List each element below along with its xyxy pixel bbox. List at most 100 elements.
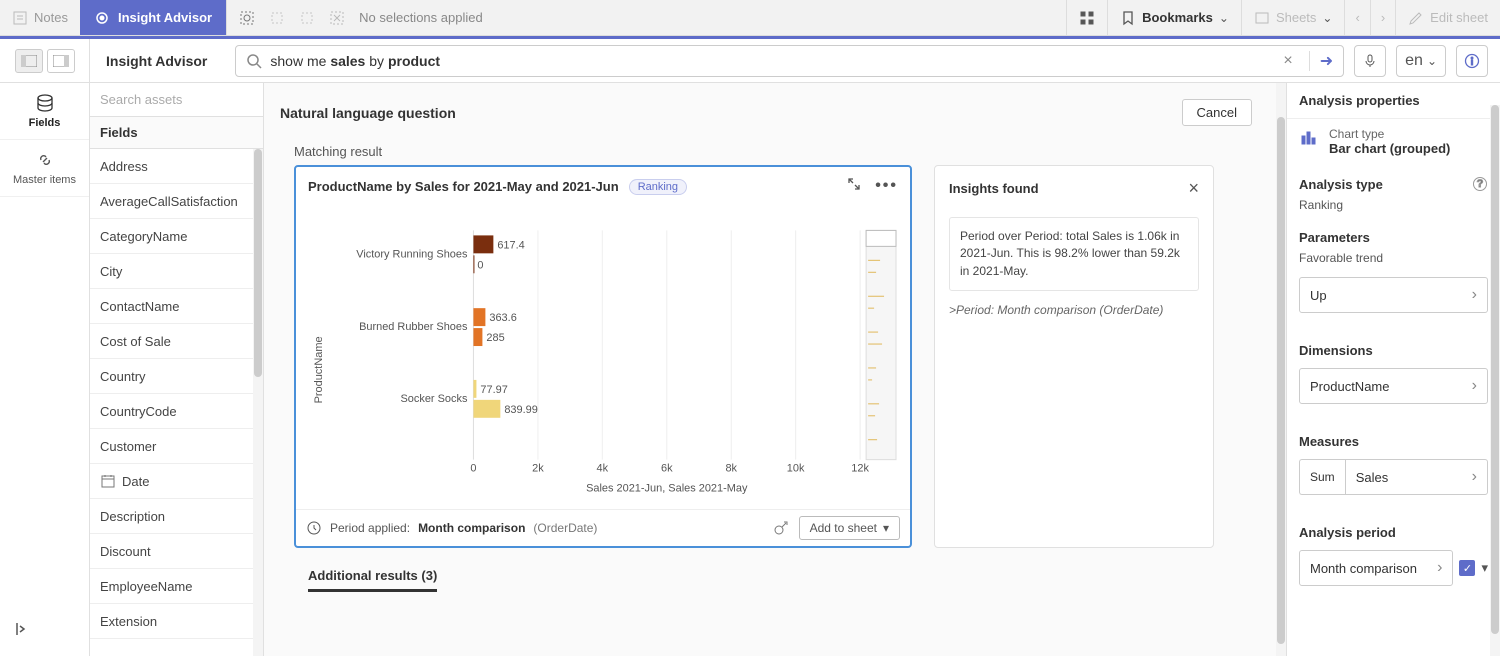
tab-insight-advisor[interactable]: Insight Advisor (80, 0, 226, 35)
tab-notes[interactable]: Notes (0, 0, 80, 35)
dimensions-section: Dimensions (1287, 331, 1500, 362)
expand-icon[interactable] (847, 177, 861, 196)
main-content: Natural language question Cancel Matchin… (264, 83, 1286, 656)
no-selections-label: No selections applied (359, 10, 483, 25)
caret-down-icon[interactable]: ▾ (1481, 560, 1488, 576)
measures-section: Measures (1287, 422, 1500, 453)
favorable-trend-label: Favorable trend (1287, 249, 1500, 271)
chevron-right-icon (1472, 468, 1477, 486)
smart-search-icon[interactable] (239, 10, 255, 26)
dimension-chip[interactable]: ProductName (1299, 368, 1488, 404)
svg-text:363.6: 363.6 (489, 312, 516, 324)
insights-title: Insights found (949, 181, 1039, 196)
svg-text:285: 285 (486, 332, 504, 344)
svg-text:10k: 10k (787, 463, 805, 475)
sheets-label: Sheets (1276, 10, 1316, 25)
sheets-icon (1254, 10, 1270, 26)
search-icon (246, 53, 262, 69)
list-item[interactable]: AverageCallSatisfaction (90, 184, 263, 219)
list-item[interactable]: EmployeeName (90, 569, 263, 604)
bar-chart-icon (1299, 127, 1319, 147)
insight-icon (94, 10, 110, 26)
toggle-left-panel[interactable] (15, 49, 43, 73)
search-input[interactable]: show me sales by product × ➜ (235, 45, 1344, 77)
edit-sheet-label: Edit sheet (1430, 10, 1488, 25)
fields-search[interactable]: Search assets (90, 83, 263, 117)
explore-icon[interactable] (773, 520, 789, 536)
insight-subtext: >Period: Month comparison (OrderDate) (949, 303, 1199, 317)
list-item[interactable]: Country (90, 359, 263, 394)
selection-tools: No selections applied (226, 0, 495, 35)
sheets-button[interactable]: Sheets (1241, 0, 1345, 35)
close-icon[interactable]: × (1188, 178, 1199, 199)
properties-panel: Analysis properties Chart type Bar chart… (1286, 83, 1500, 656)
notes-icon (12, 10, 28, 26)
svg-text:Burned Rubber Shoes: Burned Rubber Shoes (359, 321, 468, 333)
svg-text:?: ? (1477, 178, 1484, 190)
analysis-badge: Ranking (629, 179, 687, 195)
insights-card: Insights found × Period over Period: tot… (934, 165, 1214, 548)
scrollbar[interactable] (1490, 105, 1500, 656)
scrollbar[interactable] (1276, 83, 1286, 656)
app-grid-button[interactable] (1066, 0, 1107, 35)
notes-label: Notes (34, 10, 68, 25)
left-nav: Fields Master items (0, 83, 90, 656)
clear-search-icon[interactable]: × (1283, 52, 1292, 70)
add-to-sheet-button[interactable]: Add to sheet ▾ (799, 516, 900, 540)
mic-icon (1362, 53, 1378, 69)
svg-text:Socker Socks: Socker Socks (400, 393, 467, 405)
analysis-type-value: Ranking (1287, 196, 1500, 218)
step-fwd-icon[interactable] (299, 10, 315, 26)
search-text: show me sales by product (270, 53, 1275, 69)
period-checkbox[interactable]: ✓ (1459, 560, 1475, 576)
nav-fields[interactable]: Fields (0, 83, 89, 140)
search-area: show me sales by product × ➜ en (223, 45, 1500, 77)
svg-text:12k: 12k (851, 463, 869, 475)
list-item[interactable]: Customer (90, 429, 263, 464)
list-item[interactable]: Cost of Sale (90, 324, 263, 359)
sheet-prev[interactable]: ‹ (1344, 0, 1369, 35)
nav-master-items[interactable]: Master items (0, 140, 89, 197)
list-item[interactable]: CountryCode (90, 394, 263, 429)
info-button[interactable] (1456, 45, 1488, 77)
svg-text:617.4: 617.4 (497, 239, 524, 251)
bookmarks-button[interactable]: Bookmarks (1107, 0, 1241, 35)
analysis-type-section: Analysis type ? (1287, 164, 1500, 196)
submit-search-icon[interactable]: ➜ (1309, 51, 1333, 71)
bar-chart: ProductName 0 (306, 210, 900, 500)
insight-text: Period over Period: total Sales is 1.06k… (949, 217, 1199, 291)
pencil-icon (1408, 10, 1424, 26)
svg-text:4k: 4k (597, 463, 609, 475)
collapse-nav[interactable] (0, 607, 89, 656)
step-back-icon[interactable] (269, 10, 285, 26)
body: Fields Master items Search assets Fields… (0, 83, 1500, 656)
voice-button[interactable] (1354, 45, 1386, 77)
edit-sheet-button[interactable]: Edit sheet (1395, 0, 1500, 35)
bookmarks-label: Bookmarks (1142, 10, 1213, 25)
chart-type-row[interactable]: Chart type Bar chart (grouped) (1287, 119, 1500, 164)
list-item[interactable]: Discount (90, 534, 263, 569)
list-item[interactable]: CategoryName (90, 219, 263, 254)
lang-select[interactable]: en (1396, 45, 1446, 77)
list-item[interactable]: ContactName (90, 289, 263, 324)
toggle-right-panel[interactable] (47, 49, 75, 73)
svg-text:Victory Running Shoes: Victory Running Shoes (356, 248, 468, 260)
fields-header: Fields (90, 117, 263, 149)
list-item[interactable]: Address (90, 149, 263, 184)
help-icon[interactable]: ? (1472, 176, 1488, 192)
measure-chip[interactable]: Sum Sales (1299, 459, 1488, 495)
cancel-button[interactable]: Cancel (1182, 99, 1252, 126)
trend-chip[interactable]: Up (1299, 277, 1488, 313)
clear-sel-icon[interactable] (329, 10, 345, 26)
list-item[interactable]: Date (90, 464, 263, 499)
more-icon[interactable]: ••• (875, 177, 898, 196)
list-item[interactable]: Description (90, 499, 263, 534)
additional-results-tab[interactable]: Additional results (3) (308, 568, 437, 592)
bookmark-icon (1120, 10, 1136, 26)
list-item[interactable]: Extension (90, 604, 263, 639)
list-item[interactable]: City (90, 254, 263, 289)
scrollbar[interactable] (253, 149, 263, 656)
chevron-right-icon (1437, 559, 1442, 577)
period-chip[interactable]: Month comparison (1299, 550, 1453, 586)
sheet-next[interactable]: › (1370, 0, 1395, 35)
